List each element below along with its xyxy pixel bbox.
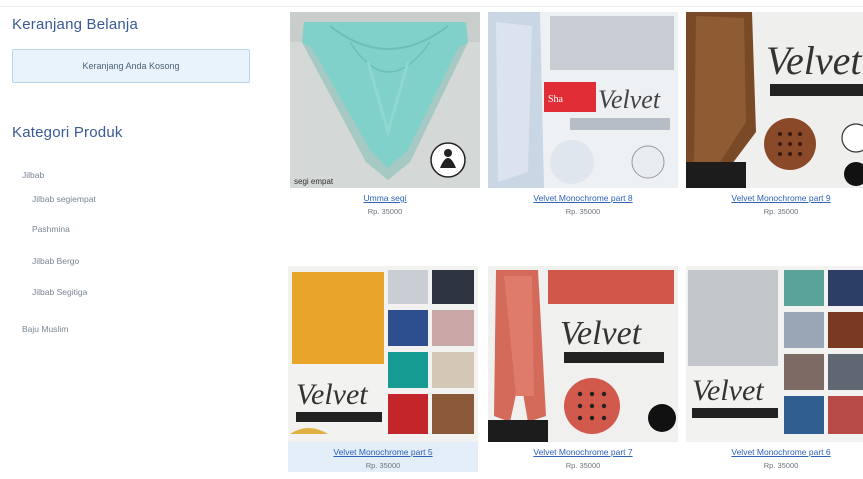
product-thumb[interactable]: segi empat bbox=[290, 12, 480, 188]
product-card: Sha Velvet Velvet Monochrome part 8 Rp. … bbox=[488, 12, 678, 218]
product-price: Rp. 35000 bbox=[763, 461, 799, 470]
product-thumb[interactable]: Velvet bbox=[686, 266, 863, 442]
thumb-brand: Velvet bbox=[296, 378, 368, 411]
product-name-link[interactable]: Velvet Monochrome part 7 bbox=[488, 447, 678, 457]
product-card: Velvet Velvet Monochrome part 5 Rp. 3500… bbox=[288, 266, 478, 472]
category-item-jilbab[interactable]: Jilbab bbox=[22, 170, 44, 180]
sidebar: Keranjang Belanja Keranjang Anda Kosong … bbox=[0, 0, 280, 479]
product-price: Rp. 35000 bbox=[763, 207, 799, 216]
thumb-brand: Velvet bbox=[766, 38, 862, 83]
product-image: Velvet bbox=[686, 12, 863, 188]
category-item-jilbab-segitiga[interactable]: Jilbab Segitiga bbox=[32, 287, 87, 297]
thumb-brand: Velvet bbox=[598, 85, 661, 114]
category-item-jilbab-segiempat[interactable]: Jilbab segiempat bbox=[32, 194, 96, 204]
product-name-link[interactable]: Umma segi bbox=[290, 193, 480, 203]
product-name-link[interactable]: Velvet Monochrome part 6 bbox=[686, 447, 863, 457]
cart-empty-box: Keranjang Anda Kosong bbox=[12, 49, 250, 83]
category-item-jilbab-bergo[interactable]: Jilbab Bergo bbox=[32, 256, 79, 266]
product-name-link[interactable]: Velvet Monochrome part 5 bbox=[288, 447, 478, 457]
thumb-brand: Velvet bbox=[692, 374, 764, 407]
category-title: Kategori Produk bbox=[12, 124, 123, 141]
product-card: Velvet Velvet Monochrome part 7 Rp. 3500… bbox=[488, 266, 678, 472]
category-item-baju-muslim[interactable]: Baju Muslim bbox=[22, 324, 68, 334]
thumb-brand: Velvet bbox=[560, 315, 643, 352]
product-name-link[interactable]: Velvet Monochrome part 8 bbox=[488, 193, 678, 203]
product-price: Rp. 35000 bbox=[565, 461, 601, 470]
product-image: Velvet bbox=[488, 266, 678, 442]
product-price: Rp. 35000 bbox=[367, 207, 403, 216]
cart-empty-text: Keranjang Anda Kosong bbox=[82, 61, 180, 71]
svg-text:Sha: Sha bbox=[548, 94, 564, 105]
product-name-link[interactable]: Velvet Monochrome part 9 bbox=[686, 193, 863, 203]
product-thumb[interactable]: Sha Velvet bbox=[488, 12, 678, 188]
product-image: Velvet bbox=[686, 266, 863, 442]
product-image: Sha Velvet bbox=[488, 12, 678, 188]
product-thumb[interactable]: Velvet bbox=[488, 266, 678, 442]
product-image: segi empat bbox=[290, 12, 480, 188]
product-thumb[interactable]: Velvet bbox=[288, 266, 478, 442]
product-image: Velvet bbox=[288, 266, 478, 442]
cart-title: Keranjang Belanja bbox=[12, 16, 138, 33]
product-card: Velvet Velvet Monochrome part 9 Rp. 3500… bbox=[686, 12, 863, 218]
product-thumb[interactable]: Velvet bbox=[686, 12, 863, 188]
category-item-pashmina[interactable]: Pashmina bbox=[32, 224, 70, 234]
product-price: Rp. 35000 bbox=[365, 461, 401, 470]
product-price: Rp. 35000 bbox=[565, 207, 601, 216]
product-card: Velvet Velvet Monochrome part 6 Rp. 3500… bbox=[686, 266, 863, 472]
thumb-caption: segi empat bbox=[294, 177, 334, 186]
product-card: segi empat Umma segi Rp. 35000 bbox=[290, 12, 480, 218]
